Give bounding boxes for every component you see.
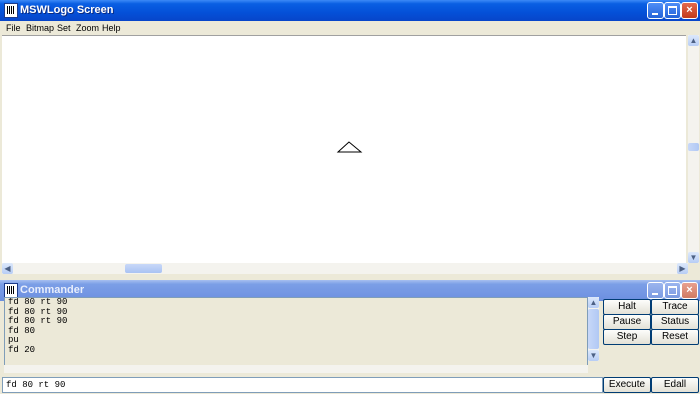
menu-help[interactable]: Help: [102, 23, 121, 33]
command-history[interactable]: fd 80 rt 90 fd 80 rt 90 fd 80 rt 90 fd 8…: [4, 297, 588, 367]
maximize-button[interactable]: [664, 2, 681, 19]
history-line[interactable]: fd 80: [5, 326, 587, 337]
history-line[interactable]: pu: [5, 335, 587, 346]
scroll-arrow-icon: ▶: [679, 264, 686, 273]
logo-app-icon[interactable]: [4, 3, 18, 18]
scrollbar-corner: [688, 263, 699, 274]
vertical-scroll-thumb[interactable]: [688, 143, 699, 151]
scroll-right-arrow[interactable]: ▶: [677, 263, 688, 274]
scroll-arrow-icon: ◀: [4, 264, 11, 273]
close-icon: ×: [686, 284, 693, 296]
status-button[interactable]: Status: [651, 314, 699, 330]
history-horizontal-scrollbar[interactable]: [4, 365, 588, 373]
screen-title: MSWLogo Screen: [20, 4, 114, 16]
minimize-icon: [652, 13, 658, 15]
maximize-icon: [668, 286, 677, 295]
scroll-down-arrow[interactable]: ▼: [688, 252, 699, 263]
halt-button[interactable]: Halt: [603, 299, 651, 315]
maximize-button[interactable]: [664, 282, 681, 299]
history-scroll-thumb[interactable]: [588, 309, 599, 349]
reset-button[interactable]: Reset: [651, 329, 699, 345]
scroll-up-arrow[interactable]: ▲: [588, 297, 599, 308]
horizontal-scroll-thumb[interactable]: [125, 264, 162, 273]
edall-button[interactable]: Edall: [651, 377, 699, 393]
scroll-arrow-icon: ▲: [589, 298, 598, 307]
pause-button[interactable]: Pause: [603, 314, 651, 330]
maximize-icon: [668, 6, 677, 15]
menu-zoom[interactable]: Zoom: [76, 23, 99, 33]
menu-set[interactable]: Set: [57, 23, 71, 33]
canvas-svg: [336, 141, 363, 153]
scroll-up-arrow[interactable]: ▲: [688, 35, 699, 46]
screen-titlebar[interactable]: MSWLogo Screen ×: [0, 0, 700, 21]
drawing-canvas[interactable]: [2, 35, 686, 264]
close-button[interactable]: ×: [681, 282, 698, 299]
execute-button[interactable]: Execute: [603, 377, 651, 393]
scroll-down-arrow[interactable]: ▼: [588, 350, 599, 361]
commander-window: Commander × fd 80 rt 90 fd 80 rt 90 fd 8…: [0, 280, 700, 394]
scroll-arrow-icon: ▲: [689, 36, 698, 45]
scroll-arrow-icon: ▼: [589, 351, 598, 360]
minimize-button[interactable]: [647, 2, 664, 19]
canvas-vertical-scrollbar[interactable]: ▲ ▼: [688, 35, 699, 263]
turtle-icon: [336, 141, 363, 153]
scroll-arrow-icon: ▼: [689, 253, 698, 262]
history-line[interactable]: fd 80 rt 90: [5, 316, 587, 327]
history-line[interactable]: fd 20: [5, 345, 587, 356]
close-icon: ×: [686, 4, 693, 16]
history-line[interactable]: fd 80 rt 90: [5, 307, 587, 318]
menu-bar: File Bitmap Set Zoom Help: [0, 21, 700, 35]
minimize-icon: [652, 293, 658, 295]
close-button[interactable]: ×: [681, 2, 698, 19]
menu-file[interactable]: File: [6, 23, 21, 33]
command-input[interactable]: fd 80 rt 90: [2, 377, 603, 393]
history-vertical-scrollbar[interactable]: ▲ ▼: [588, 297, 599, 361]
mswlogo-screen-window: MSWLogo Screen × File Bitmap Set Zoom He…: [0, 0, 700, 282]
minimize-button[interactable]: [647, 282, 664, 299]
canvas-horizontal-scrollbar[interactable]: ◀ ▶: [2, 263, 688, 274]
trace-button[interactable]: Trace: [651, 299, 699, 315]
logo-app-icon[interactable]: [4, 283, 18, 298]
scroll-left-arrow[interactable]: ◀: [2, 263, 13, 274]
step-button[interactable]: Step: [603, 329, 651, 345]
commander-title: Commander: [20, 284, 85, 296]
menu-bitmap[interactable]: Bitmap: [26, 23, 54, 33]
history-line[interactable]: fd 80 rt 90: [5, 298, 587, 308]
